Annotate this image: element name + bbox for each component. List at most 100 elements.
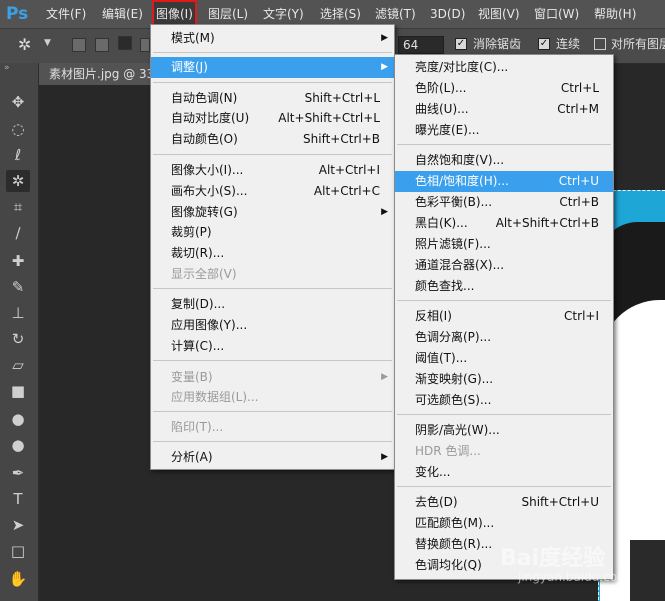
image-menu-item-analysis[interactable]: 分析(A) ▶ <box>151 447 394 468</box>
panel-grip-icon[interactable]: » <box>0 63 42 73</box>
move-tool-icon[interactable]: ✥ <box>6 91 30 113</box>
submenu-arrow-icon: ▶ <box>381 452 388 462</box>
pen-tool-icon[interactable]: ✒ <box>6 462 30 484</box>
chevron-down-icon[interactable]: ▼ <box>44 38 51 48</box>
marquee-tool-icon[interactable]: ◌ <box>6 118 30 140</box>
image-menu-item-apply-data-set: 应用数据组(L)... <box>171 390 259 404</box>
history-brush-tool-icon[interactable]: ↻ <box>6 328 30 350</box>
adjust-item-black-white[interactable]: 黑白(K)... Alt+Shift+Ctrl+B <box>395 213 613 234</box>
adjust-item-channel-mixer[interactable]: 通道混合器(X)... <box>395 255 613 276</box>
image-menu-item-image-rotation[interactable]: 图像旋转(G) ▶ <box>151 202 394 223</box>
submenu-arrow-icon: ▶ <box>381 207 388 217</box>
blur-tool-icon[interactable]: ● <box>6 408 30 430</box>
adjust-item-vibrance[interactable]: 自然饱和度(V)... <box>395 150 613 171</box>
submenu-arrow-icon: ▶ <box>381 372 388 382</box>
menu-window[interactable]: 窗口(W) <box>534 0 579 28</box>
adjust-item-gradient-map[interactable]: 渐变映射(G)... <box>395 369 613 390</box>
gradient-tool-icon[interactable]: ■ <box>6 380 30 402</box>
brush-tool-icon[interactable]: ✎ <box>6 276 30 298</box>
add-selection-icon[interactable] <box>95 38 109 52</box>
lasso-tool-icon[interactable]: ℓ <box>6 144 30 166</box>
adjust-item-hue-saturation[interactable]: 色相/饱和度(H)... Ctrl+U <box>395 171 613 192</box>
adjust-item-desaturate[interactable]: 去色(D) Shift+Ctrl+U <box>395 492 613 513</box>
menu-view[interactable]: 视图(V) <box>478 0 520 28</box>
photoshop-logo: Ps <box>6 4 29 24</box>
image-menu-item-crop[interactable]: 裁剪(P) <box>151 222 394 243</box>
adjust-item-invert[interactable]: 反相(I) Ctrl+I <box>395 306 613 327</box>
adjust-item-brightness-contrast[interactable]: 亮度/对比度(C)... <box>395 57 613 78</box>
separator <box>153 441 392 442</box>
magic-wand-icon[interactable]: ✲ <box>18 35 31 54</box>
crop-tool-icon[interactable]: ⌗ <box>6 196 30 218</box>
adjust-item-levels[interactable]: 色阶(L)... Ctrl+L <box>395 78 613 99</box>
separator <box>153 82 392 83</box>
image-menu-item-canvas-size[interactable]: 画布大小(S)... Alt+Ctrl+C <box>151 181 394 202</box>
watermark: Bai度经验 jingyan.baidu.com <box>500 540 660 590</box>
adjust-item-exposure[interactable]: 曝光度(E)... <box>395 120 613 141</box>
menu-edit[interactable]: 编辑(E) <box>102 0 143 28</box>
separator <box>397 486 611 487</box>
new-selection-icon[interactable] <box>72 38 86 52</box>
image-menu-item-variables: 变量(B) ▶ <box>151 367 394 388</box>
separator <box>153 52 392 53</box>
image-menu-item-mode[interactable]: 模式(M) ▶ <box>151 28 394 49</box>
tolerance-input[interactable]: 64 <box>398 36 444 54</box>
hand-tool-icon[interactable]: ✋ <box>6 568 30 590</box>
watermark-text: Bai度经验 <box>500 546 606 571</box>
intersect-selection-icon[interactable] <box>140 38 150 52</box>
image-menu-item-trap: 陷印(T)... <box>171 420 224 434</box>
contiguous-label: 连续 <box>556 37 581 51</box>
subtract-selection-icon[interactable] <box>118 36 132 50</box>
adjust-item-curves[interactable]: 曲线(U)... Ctrl+M <box>395 99 613 120</box>
antialias-label: 消除锯齿 <box>473 37 522 51</box>
image-menu-item-auto-contrast[interactable]: 自动对比度(U) Alt+Shift+Ctrl+L <box>151 108 394 129</box>
eraser-tool-icon[interactable]: ▱ <box>6 354 30 376</box>
image-menu-item-adjustments[interactable]: 调整(J) ▶ <box>151 57 394 78</box>
antialias-checkbox[interactable]: ✓ <box>455 38 467 50</box>
adjust-item-photo-filter[interactable]: 照片滤镜(F)... <box>395 234 613 255</box>
separator <box>397 144 611 145</box>
separator <box>153 154 392 155</box>
image-menu-item-duplicate[interactable]: 复制(D)... <box>151 294 394 315</box>
image-menu-item-trim[interactable]: 裁切(R)... <box>151 243 394 264</box>
submenu-arrow-icon: ▶ <box>381 62 388 72</box>
separator <box>397 300 611 301</box>
adjust-item-match-color[interactable]: 匹配颜色(M)... <box>395 513 613 534</box>
image-menu: 模式(M) ▶ 调整(J) ▶ 自动色调(N) Shift+Ctrl+L 自动对比度(… <box>150 24 395 470</box>
magic-wand-tool-icon[interactable]: ✲ <box>6 170 30 192</box>
menu-help[interactable]: 帮助(H) <box>594 0 636 28</box>
adjust-item-threshold[interactable]: 阈值(T)... <box>395 348 613 369</box>
path-selection-tool-icon[interactable]: ➤ <box>6 514 30 536</box>
separator <box>153 288 392 289</box>
watermark-url: jingyan.baidu.com <box>518 570 629 584</box>
sample-all-label: 对所有图层 <box>611 37 665 51</box>
adjust-item-posterize[interactable]: 色调分离(P)... <box>395 327 613 348</box>
eyedropper-tool-icon[interactable]: ∕ <box>6 222 30 244</box>
shape-tool-icon[interactable]: □ <box>6 540 30 562</box>
adjustments-submenu: 亮度/对比度(C)... 色阶(L)... Ctrl+L 曲线(U)... Ctrl… <box>394 54 614 580</box>
image-menu-item-auto-color[interactable]: 自动颜色(O) Shift+Ctrl+B <box>151 129 394 150</box>
contiguous-checkbox[interactable]: ✓ <box>538 38 550 50</box>
adjust-item-selective-color[interactable]: 可选颜色(S)... <box>395 390 613 411</box>
healing-brush-tool-icon[interactable]: ✚ <box>6 250 30 272</box>
adjust-item-color-lookup[interactable]: 颜色查找... <box>395 276 613 297</box>
adjust-item-color-balance[interactable]: 色彩平衡(B)... Ctrl+B <box>395 192 613 213</box>
separator <box>153 411 392 412</box>
separator <box>397 414 611 415</box>
type-tool-icon[interactable]: T <box>6 488 30 510</box>
dodge-tool-icon[interactable]: ● <box>6 434 30 456</box>
image-menu-item-image-size[interactable]: 图像大小(I)... Alt+Ctrl+I <box>151 160 394 181</box>
image-menu-item-calculations[interactable]: 计算(C)... <box>151 336 394 357</box>
image-menu-item-apply-image[interactable]: 应用图像(Y)... <box>151 315 394 336</box>
sample-all-checkbox[interactable] <box>594 38 606 50</box>
image-menu-item-reveal-all: 显示全部(V) <box>171 267 237 281</box>
submenu-arrow-icon: ▶ <box>381 33 388 43</box>
adjust-item-variations[interactable]: 变化... <box>395 462 613 483</box>
menu-3d[interactable]: 3D(D) <box>430 0 465 28</box>
document-tab[interactable]: 素材图片.jpg @ 33 <box>39 63 151 85</box>
separator <box>153 360 392 361</box>
adjust-item-shadows-highlights[interactable]: 阴影/高光(W)... <box>395 420 613 441</box>
image-menu-item-auto-tone[interactable]: 自动色调(N) Shift+Ctrl+L <box>151 88 394 109</box>
menu-file[interactable]: 文件(F) <box>46 0 86 28</box>
stamp-tool-icon[interactable]: ⊥ <box>6 302 30 324</box>
